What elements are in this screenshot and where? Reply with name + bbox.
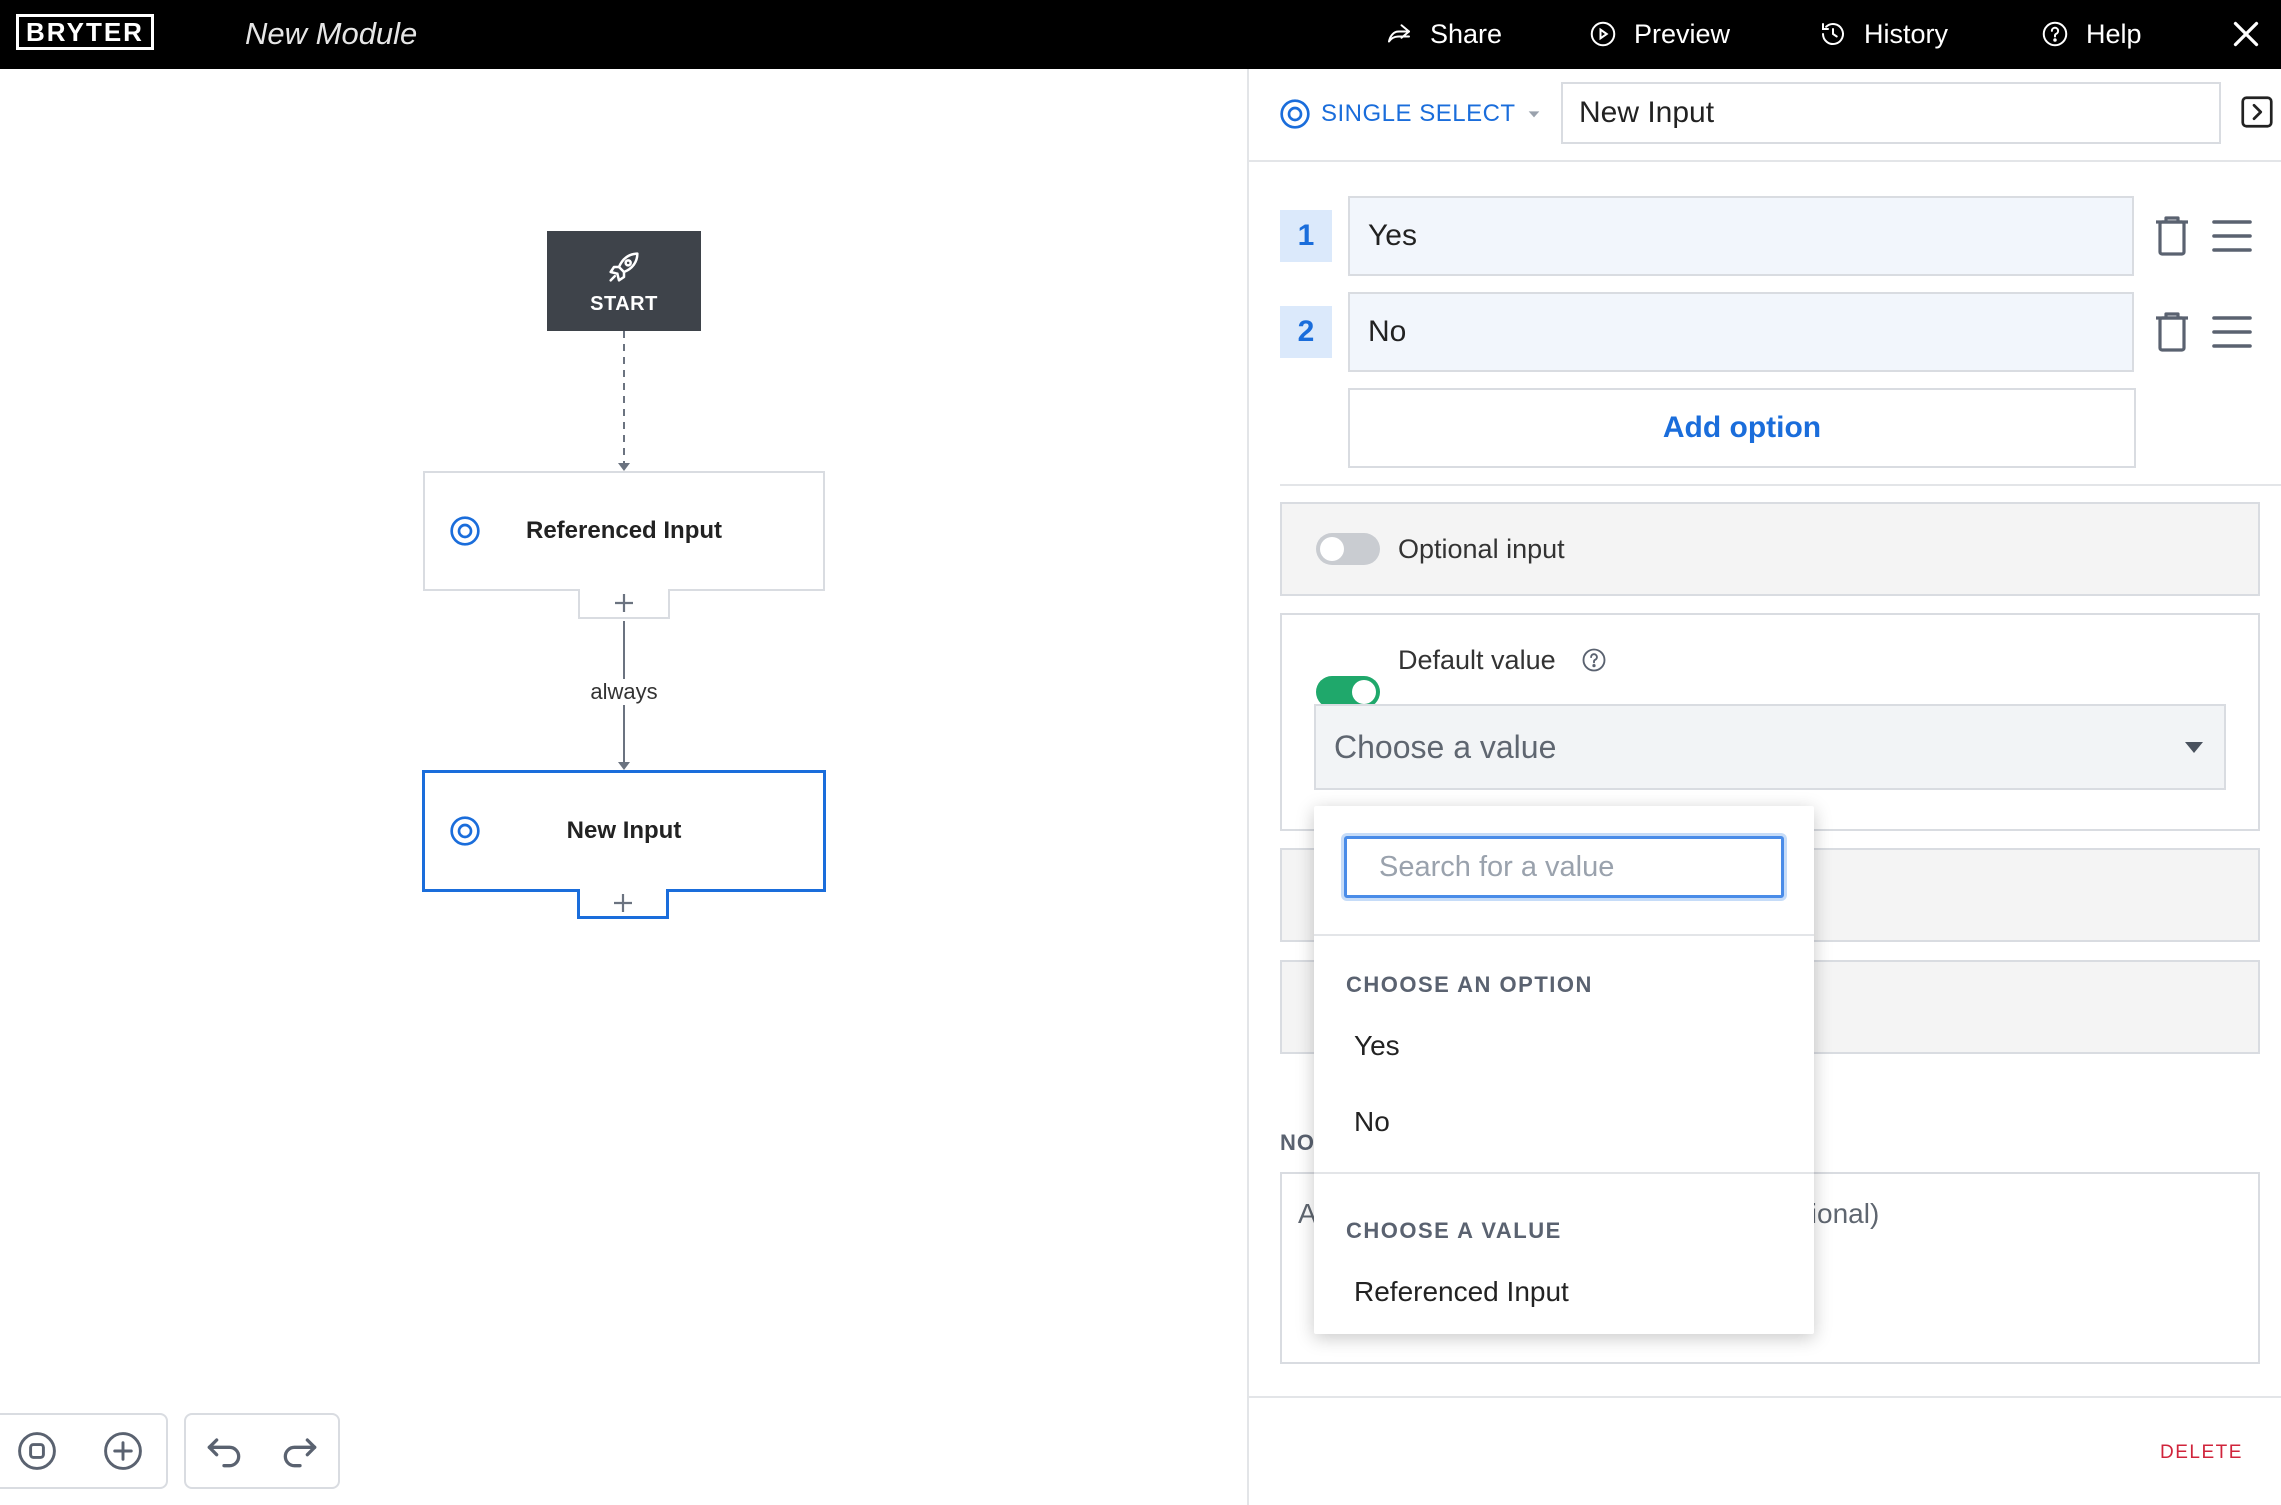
preview-label: Preview [1634,18,1731,49]
history-clock-icon [1822,23,1844,46]
option-number: 2 [1280,306,1332,358]
trash-icon[interactable] [2152,310,2192,354]
panel-header-divider [1249,160,2281,162]
flow-canvas[interactable]: START Referenced Input always New Input [0,69,1247,1505]
input-name-field[interactable] [1561,82,2221,144]
node-referenced-input[interactable]: Referenced Input [423,471,825,591]
dropdown-option-yes[interactable]: Yes [1314,1016,1814,1076]
node-new-input[interactable]: New Input [422,770,826,892]
value-dropdown: CHOOSE AN OPTION Yes No CHOOSE A VALUE R… [1314,806,1814,1334]
optional-input-toggle[interactable] [1316,533,1380,565]
start-node[interactable]: START [547,231,701,331]
plus-icon [615,594,633,612]
start-connector-arrow [618,463,630,471]
add-node-button[interactable] [577,889,669,919]
module-title[interactable]: New Module [245,14,417,54]
share-arrow-icon [1388,24,1410,43]
redo-icon[interactable] [278,1429,322,1473]
default-value-placeholder: Choose a value [1334,728,1557,765]
caret-down-icon [2185,742,2203,753]
play-circle-icon [1590,21,1616,47]
share-label: Share [1430,18,1503,49]
history-label: History [1864,18,1949,49]
drag-handle-icon[interactable] [2212,214,2252,258]
option-number: 1 [1280,210,1332,262]
option-value-input[interactable] [1348,292,2134,372]
toggle-knob [1320,537,1344,561]
collapse-panel-icon[interactable] [2239,94,2275,130]
default-value-select[interactable]: Choose a value [1314,704,2226,790]
options-divider [1280,484,2281,486]
panel-footer-divider [1249,1396,2281,1398]
notes-heading: NO [1280,1130,1315,1155]
add-option-button[interactable]: Add option [1348,388,2136,468]
notes-placeholder-end: tional) [1803,1198,1880,1229]
dropdown-group-heading: CHOOSE AN OPTION [1346,972,1593,997]
single-select-icon [1280,99,1310,129]
history-tools [184,1413,340,1489]
search-value-input[interactable] [1344,836,1784,898]
input-type-selector[interactable]: SINGLE SELECT [1279,97,1542,131]
node-label: Referenced Input [525,517,723,544]
rocket-icon [609,251,639,282]
help-label: Help [2086,18,2142,49]
always-connector-arrow [618,762,630,770]
plus-icon [614,893,632,912]
trash-icon[interactable] [2152,214,2192,258]
dropdown-option-referenced-input[interactable]: Referenced Input [1314,1262,1814,1322]
toggle-knob [1352,680,1376,704]
preview-button[interactable]: Preview [1588,14,1730,54]
close-icon[interactable] [2228,16,2264,52]
question-circle-icon[interactable] [1580,646,1608,674]
zoom-in-icon[interactable] [101,1429,145,1473]
input-type-label: SINGLE SELECT [1321,100,1516,127]
start-label: START [590,292,658,315]
default-value-label: Default value [1398,645,1556,675]
dropdown-group-heading: CHOOSE A VALUE [1346,1218,1562,1243]
question-circle-icon [2042,21,2068,47]
dropdown-divider [1314,934,1814,936]
caret-down-icon [1528,111,1539,118]
bryter-logo[interactable]: BRYTER [16,14,154,50]
delete-button[interactable]: DELETE [2160,1442,2243,1464]
history-button[interactable]: History [1818,14,1948,54]
single-select-icon [450,516,480,546]
drag-handle-icon[interactable] [2212,310,2252,354]
option-value-input[interactable] [1348,196,2134,276]
top-bar: BRYTER New Module Share Preview History … [0,0,2281,69]
dropdown-option-no[interactable]: No [1314,1092,1814,1152]
add-node-button[interactable] [578,589,670,619]
optional-input-label: Optional input [1398,534,1565,564]
zoom-tools [0,1413,168,1489]
zoom-fit-icon[interactable] [15,1429,59,1473]
share-button[interactable]: Share [1384,14,1502,54]
dropdown-divider [1314,1172,1814,1174]
undo-icon[interactable] [202,1429,246,1473]
node-label: New Input [566,817,682,844]
edge-condition-label[interactable]: always [560,679,688,705]
help-button[interactable]: Help [2040,14,2142,54]
single-select-icon [450,816,480,846]
